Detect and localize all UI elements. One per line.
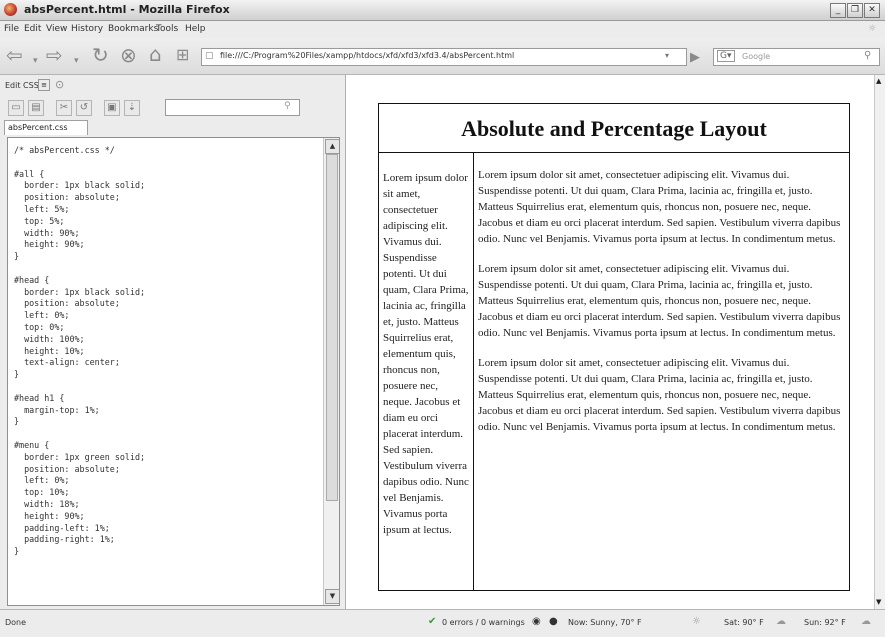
sun-icon: ☼ — [692, 616, 701, 627]
menu-paragraph: Lorem ipsum dolor sit amet, consectetuer… — [383, 172, 469, 536]
page-scrollbar[interactable]: ▲ ▼ — [874, 75, 885, 609]
weather-now[interactable]: Now: Sunny, 70° F — [568, 618, 642, 627]
url-bar[interactable]: ▢ file:///C:/Program%20Files/xampp/htdoc… — [201, 48, 687, 66]
download-icon[interactable]: ⇣ — [124, 100, 140, 116]
window-titlebar: absPercent.html - Mozilla Firefox _ ❐ ✕ — [0, 0, 885, 21]
layout-head: Absolute and Percentage Layout — [379, 104, 849, 153]
stop-icon[interactable]: ⊗ — [120, 45, 137, 65]
main-paragraph-1: Lorem ipsum dolor sit amet, consectetuer… — [478, 169, 841, 245]
menu-help[interactable]: Help — [185, 24, 206, 34]
open-file-icon[interactable]: ▭ — [8, 100, 24, 116]
css-editor[interactable]: /* absPercent.css */ #all { border: 1px … — [7, 137, 340, 606]
menubar: File Edit View History Bookmarks Tools H… — [0, 21, 885, 38]
forward-arrow-icon[interactable]: ⇨ — [46, 45, 63, 65]
firefox-logo-icon — [4, 3, 17, 16]
sidebar-close-icon[interactable]: ⊙ — [55, 78, 64, 91]
navigation-toolbar: ⇦ ▾ ⇨ ▾ ↻ ⊗ ⌂ ⊞ ▢ file:///C:/Program%20F… — [0, 38, 885, 75]
search-placeholder: Google — [742, 52, 771, 61]
window-icon[interactable]: ▣ — [104, 100, 120, 116]
menu-edit[interactable]: Edit — [24, 24, 41, 34]
ok-icon: ◉ — [532, 616, 541, 627]
menu-file[interactable]: File — [4, 24, 19, 34]
home-icon[interactable]: ⌂ — [149, 44, 162, 64]
throbber-icon: ☼ — [868, 24, 877, 34]
url-dropdown-icon[interactable]: ▾ — [665, 51, 669, 60]
status-text: Done — [5, 618, 27, 627]
page-scroll-down-icon[interactable]: ▼ — [876, 598, 881, 606]
url-text: file:///C:/Program%20Files/xampp/htdocs/… — [220, 51, 515, 60]
maximize-button[interactable]: ❐ — [847, 3, 863, 18]
menu-history[interactable]: History — [71, 24, 103, 34]
history-dropdown-icon[interactable]: ▾ — [33, 51, 38, 71]
page-content: Absolute and Percentage Layout Lorem ips… — [346, 75, 874, 609]
firefox-status-icon: ● — [549, 616, 558, 627]
back-arrow-icon[interactable]: ⇦ — [6, 45, 23, 65]
google-icon[interactable]: G▾ — [717, 50, 735, 62]
scroll-down-icon[interactable]: ▼ — [325, 589, 339, 604]
error-count[interactable]: 0 errors / 0 warnings — [442, 618, 525, 627]
css-filter-input[interactable]: ⚲ — [165, 99, 300, 116]
page-scroll-up-icon[interactable]: ▲ — [876, 77, 881, 85]
editor-scrollbar[interactable]: ▲ ▼ — [323, 138, 339, 605]
check-icon: ✔ — [428, 616, 437, 627]
page-heading: Absolute and Percentage Layout — [461, 116, 767, 141]
tab-abspercent-css[interactable]: absPercent.css — [4, 120, 88, 135]
menu-view[interactable]: View — [46, 24, 67, 34]
css-code: /* absPercent.css */ #all { border: 1px … — [14, 145, 146, 557]
refresh-icon[interactable]: ↺ — [76, 100, 92, 116]
sidebar-menu-icon[interactable]: ≡ — [38, 79, 50, 91]
new-tab-icon[interactable]: ⊞ — [176, 45, 189, 65]
search-input[interactable]: G▾ Google ⚲ — [713, 48, 880, 66]
reload-icon[interactable]: ↻ — [92, 45, 109, 65]
weather-sat[interactable]: Sat: 90° F — [724, 618, 764, 627]
page-icon: ▢ — [205, 51, 214, 61]
scroll-up-icon[interactable]: ▲ — [325, 139, 339, 154]
layout-main: Lorem ipsum dolor sit amet, consectetuer… — [478, 153, 844, 449]
status-bar: Done ✔ 0 errors / 0 warnings ◉ ● Now: Su… — [0, 609, 885, 637]
window-title: absPercent.html - Mozilla Firefox — [24, 3, 230, 16]
close-button[interactable]: ✕ — [864, 3, 880, 18]
weather-sun[interactable]: Sun: 92° F — [804, 618, 846, 627]
layout-all-box: Absolute and Percentage Layout Lorem ips… — [378, 103, 850, 591]
minimize-button[interactable]: _ — [830, 3, 846, 18]
cloud-icon-2: ☁ — [861, 616, 871, 627]
main-paragraph-2: Lorem ipsum dolor sit amet, consectetuer… — [478, 263, 841, 339]
search-icon[interactable]: ⚲ — [864, 50, 871, 61]
main-paragraph-3: Lorem ipsum dolor sit amet, consectetuer… — [478, 357, 841, 433]
cloud-icon: ☁ — [776, 616, 786, 627]
forward-dropdown-icon[interactable]: ▾ — [74, 51, 79, 71]
sidebar-title: Edit CSS — [5, 81, 39, 90]
edit-css-sidebar: Edit CSS ≡ ⊙ ▭ ▤ ✂ ↺ ▣ ⇣ ⚲ absPercent.cs… — [0, 75, 346, 609]
save-icon[interactable]: ▤ — [28, 100, 44, 116]
filter-search-icon[interactable]: ⚲ — [284, 101, 291, 111]
menu-bookmarks[interactable]: Bookmarks — [108, 24, 158, 34]
go-arrow-icon[interactable]: ▶ — [690, 48, 700, 68]
menu-tools[interactable]: Tools — [156, 24, 178, 34]
layout-menu: Lorem ipsum dolor sit amet, consectetuer… — [379, 153, 474, 590]
cut-icon[interactable]: ✂ — [56, 100, 72, 116]
scroll-thumb[interactable] — [326, 154, 338, 501]
